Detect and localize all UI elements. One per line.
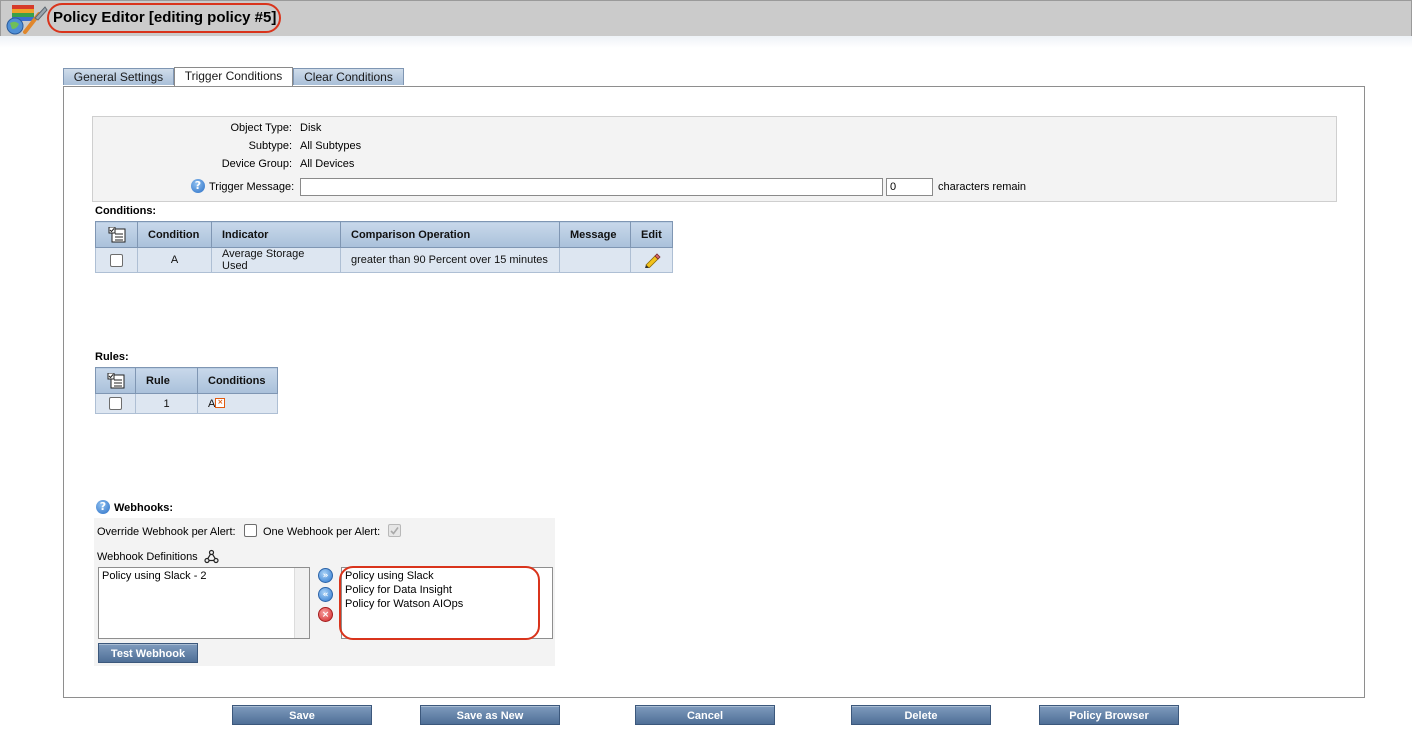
rules-section-title: Rules: [95,351,129,363]
override-webhook-checkbox[interactable] [244,524,257,537]
condition-cell: A [137,247,212,273]
trigger-message-input[interactable] [300,178,883,196]
webhooks-section-title: Webhooks: [114,502,174,514]
device-group-label: Device Group: [221,158,292,170]
tab-clear-conditions[interactable]: Clear Conditions [293,68,404,85]
table-row: A Average Storage Used greater than 90 P… [95,247,673,273]
indicator-cell: Average Storage Used [211,247,341,273]
add-webhook-button[interactable]: » [318,568,333,583]
subtype-value: All Subtypes [300,140,362,152]
conditions-header-row: Condition Indicator Comparison Operation… [95,221,673,248]
rules-select-column[interactable] [95,367,136,394]
subtype-label: Subtype: [248,140,292,152]
rule-cell: 1 [135,393,198,414]
message-cell [559,247,631,273]
selected-webhooks-highlight-annotation [339,566,540,640]
clear-webhooks-button[interactable]: × [318,607,333,622]
edit-cell[interactable] [630,247,673,273]
column-header-message: Message [559,221,631,248]
column-header-comparison: Comparison Operation [340,221,560,248]
rules-header-row: Rule Conditions [95,367,278,394]
webhook-icon [204,549,219,564]
conditions-table: Condition Indicator Comparison Operation… [95,221,673,273]
policy-editor-logo-icon [6,5,48,35]
column-header-conditions: Conditions [197,367,278,394]
rule-row-checkbox[interactable] [109,397,122,410]
delete-button[interactable]: Delete [851,705,991,725]
characters-remain-text: characters remain [938,181,1027,193]
save-button[interactable]: Save [232,705,372,725]
cancel-button[interactable]: Cancel [635,705,775,725]
scrollbar[interactable] [294,568,309,638]
column-header-indicator: Indicator [211,221,341,248]
webhook-definitions-label: Webhook Definitions [97,551,198,563]
rule-condition-text: A [208,397,216,410]
one-webhook-per-alert-checkbox[interactable] [388,524,401,537]
column-header-condition: Condition [137,221,212,248]
condition-row-checkbox[interactable] [110,253,123,267]
header-gradient [0,36,1412,48]
rules-table: Rule Conditions 1 A × [95,367,278,414]
rule-conditions-cell: A × [197,393,278,414]
title-highlight-annotation [47,3,281,33]
tab-trigger-conditions[interactable]: Trigger Conditions [174,67,293,86]
tab-general-settings[interactable]: General Settings [63,68,174,85]
pencil-edit-icon[interactable] [643,252,661,269]
rule-row-select[interactable] [95,393,136,414]
list-select-icon [107,372,124,388]
policy-browser-button[interactable]: Policy Browser [1039,705,1179,725]
conditions-section-title: Conditions: [95,205,157,217]
available-webhooks-list[interactable]: Policy using Slack - 2 [98,567,310,639]
one-webhook-per-alert-label: One Webhook per Alert: [263,526,381,538]
comparison-cell: greater than 90 Percent over 15 minutes [340,247,560,273]
remove-webhook-button[interactable]: « [318,587,333,602]
list-item[interactable]: Policy using Slack - 2 [102,569,306,583]
object-type-label: Object Type: [230,122,292,134]
trigger-message-help-icon[interactable]: ? [191,179,205,193]
column-header-rule: Rule [135,367,198,394]
save-as-new-button[interactable]: Save as New [420,705,560,725]
test-webhook-button[interactable]: Test Webhook [98,643,198,663]
conditions-select-column[interactable] [95,221,138,248]
webhooks-help-icon[interactable]: ? [96,500,110,514]
override-webhook-label: Override Webhook per Alert: [97,526,236,538]
object-type-value: Disk [300,122,322,134]
condition-row-select[interactable] [95,247,138,273]
table-row: 1 A × [95,393,278,414]
characters-remaining-field [886,178,933,196]
device-group-value: All Devices [300,158,355,170]
remove-condition-icon[interactable]: × [215,397,226,408]
checkmark-icon [390,527,399,535]
list-select-icon [108,226,125,242]
trigger-message-label: Trigger Message: [209,181,295,193]
column-header-edit: Edit [630,221,673,248]
